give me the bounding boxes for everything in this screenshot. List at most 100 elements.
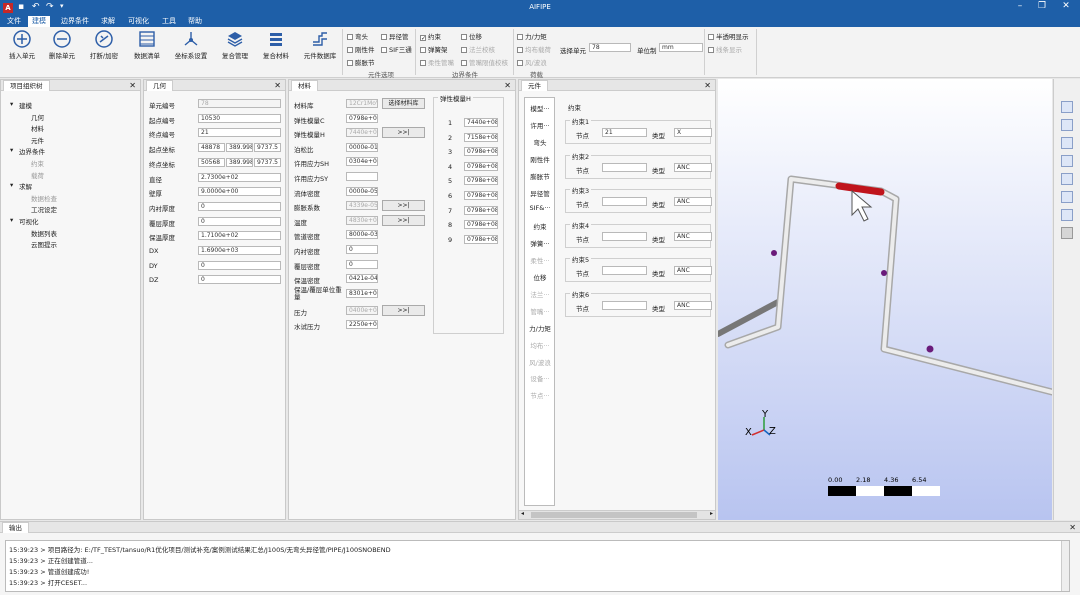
modulus-value-input[interactable]: 0798e+08 xyxy=(464,176,498,186)
tree-item[interactable]: 建模 xyxy=(19,100,32,110)
menu-tools[interactable]: 工具 xyxy=(158,16,180,27)
geometry-field-input[interactable]: 78 xyxy=(198,99,281,108)
element-type-item[interactable]: 刚性件 xyxy=(525,154,555,164)
geometry-coord-input[interactable]: 50568 xyxy=(198,157,225,167)
material-field-input[interactable] xyxy=(346,172,378,181)
geometry-field-input[interactable]: 0 xyxy=(198,260,281,270)
expand-arrow-icon[interactable]: ▾ xyxy=(10,100,13,108)
element-type-item[interactable]: 力/力矩 xyxy=(525,323,555,333)
close-panel-icon[interactable]: ✕ xyxy=(704,80,711,91)
element-type-item[interactable]: 约束 xyxy=(525,221,555,231)
close-panel-icon[interactable]: ✕ xyxy=(504,80,511,91)
composite-material-button[interactable]: 复合材料 xyxy=(258,30,294,60)
tree-item[interactable]: 数据列表 xyxy=(31,228,57,238)
checkbox-nozzle-limit[interactable]: 管嘴限值校核 xyxy=(461,57,508,67)
tree-item[interactable]: 工况设定 xyxy=(31,204,57,214)
checkbox-box[interactable] xyxy=(347,47,353,53)
pen-icon[interactable] xyxy=(1061,101,1073,113)
element-type-item[interactable]: 弯头 xyxy=(525,137,555,147)
checkbox-uniform-load[interactable]: 均布载荷 xyxy=(517,44,551,54)
tree-item[interactable]: 约束 xyxy=(31,158,44,168)
scroll-left-icon[interactable]: ◂ xyxy=(521,510,524,517)
constraint-type-dropdown[interactable]: ANC xyxy=(674,300,712,310)
constraint-node-input[interactable] xyxy=(602,300,647,310)
geometry-field-input[interactable]: 0 xyxy=(198,275,281,285)
material-field-input[interactable]: 0304e+05 xyxy=(346,157,378,167)
tab-output[interactable]: 输出 xyxy=(2,522,29,533)
expand-arrow-icon[interactable]: ▾ xyxy=(10,181,13,189)
checkbox-rigid[interactable]: 刚性件 xyxy=(347,44,375,54)
checkbox-sif-tee[interactable]: SIF三通 xyxy=(381,44,412,54)
component-database-button[interactable]: 元件数据库 xyxy=(302,30,338,60)
insert-element-button[interactable]: 插入单元 xyxy=(4,30,40,60)
tree-item[interactable]: 可视化 xyxy=(19,216,39,226)
tab-material[interactable]: 材料 xyxy=(291,80,318,91)
material-field-input[interactable]: 0000e-01 xyxy=(346,142,378,152)
tree-item[interactable]: 求解 xyxy=(19,181,32,191)
element-type-item[interactable]: 位移 xyxy=(525,272,555,282)
node-marker[interactable] xyxy=(881,270,887,276)
close-window-icon[interactable]: ✕ xyxy=(1056,1,1076,11)
material-field-input[interactable]: 0400e+03 xyxy=(346,305,378,315)
minimize-icon[interactable]: – xyxy=(1010,1,1030,11)
geometry-coord-input[interactable]: 9737.5 xyxy=(254,143,281,153)
checkbox-translucent[interactable]: 半透明显示 xyxy=(708,31,749,41)
view-left-icon[interactable] xyxy=(1061,191,1073,203)
menu-help[interactable]: 帮助 xyxy=(184,16,206,27)
tab-geometry[interactable]: 几何 xyxy=(146,80,173,91)
material-field-input[interactable]: 8301e+00 xyxy=(346,288,378,298)
checkbox-box[interactable] xyxy=(461,60,467,66)
modulus-value-input[interactable]: 7440e+08 xyxy=(464,118,498,127)
material-action-button[interactable]: >>| xyxy=(382,214,425,226)
element-type-item[interactable]: SIF&··· xyxy=(525,204,555,212)
geometry-field-input[interactable]: 2.7300e+02 xyxy=(198,172,281,182)
checkbox-flange-check[interactable]: 法兰校核 xyxy=(461,44,495,54)
geometry-field-input[interactable]: 1.7100e+02 xyxy=(198,231,281,241)
material-field-input[interactable]: 12Cr1MoVG xyxy=(346,99,378,108)
tree-item[interactable]: 载荷 xyxy=(31,170,44,180)
checkbox-box[interactable] xyxy=(420,60,426,66)
checkbox-wind-wave[interactable]: 风/波浪 xyxy=(517,57,547,67)
element-type-item[interactable]: 弹簧··· xyxy=(525,238,555,248)
material-action-button[interactable]: 选择材料库 xyxy=(382,98,425,109)
constraint-node-input[interactable] xyxy=(602,231,647,241)
element-type-item[interactable]: 均布··· xyxy=(525,340,555,350)
delete-element-button[interactable]: 删除单元 xyxy=(44,30,80,60)
checkbox-expansion-joint[interactable]: 膨胀节 xyxy=(347,57,375,67)
material-field-input[interactable]: 8000e-03 xyxy=(346,230,378,240)
material-field-input[interactable]: 0000e-05 xyxy=(346,186,378,196)
element-type-item[interactable]: 管嘴··· xyxy=(525,306,555,316)
material-action-button[interactable]: >>| xyxy=(382,127,425,139)
tree-item[interactable]: 材料 xyxy=(31,123,44,133)
horizontal-scrollbar[interactable]: ◂ ▸ xyxy=(519,510,715,519)
view-back-icon[interactable] xyxy=(1061,137,1073,149)
menu-solve[interactable]: 求解 xyxy=(97,16,119,27)
checkbox-box-checked[interactable]: ✓ xyxy=(420,35,426,42)
constraint-type-dropdown[interactable]: ANC xyxy=(674,231,712,241)
pipe-model-canvas[interactable]: Y X Z 0.00 2.18 4.36 6.54 xyxy=(715,79,1056,520)
node-marker[interactable] xyxy=(771,250,777,256)
geometry-field-input[interactable]: 1.6900e+03 xyxy=(198,246,281,255)
view-iso-icon[interactable] xyxy=(1061,227,1073,239)
checkbox-flexible-nozzle[interactable]: 柔性管嘴 xyxy=(420,57,454,67)
modulus-value-input[interactable]: 0798e+08 xyxy=(464,161,498,171)
checkbox-box[interactable] xyxy=(517,60,523,66)
checkbox-box[interactable] xyxy=(420,47,426,53)
element-type-item[interactable]: 异径管 xyxy=(525,188,555,198)
coordinate-setting-button[interactable]: 坐标系设置 xyxy=(173,30,209,60)
modulus-value-input[interactable]: 7158e+08 xyxy=(464,132,498,142)
constraint-node-input[interactable]: 21 xyxy=(602,128,647,137)
element-type-item[interactable]: 许用··· xyxy=(525,120,555,130)
checkbox-box[interactable] xyxy=(517,34,523,40)
checkbox-box[interactable] xyxy=(708,47,714,53)
geometry-field-input[interactable]: 21 xyxy=(198,128,281,138)
view-front-icon[interactable] xyxy=(1061,119,1073,131)
geometry-field-input[interactable]: 10530 xyxy=(198,113,281,123)
material-field-input[interactable]: 0421e-04 xyxy=(346,274,378,284)
view-top-icon[interactable] xyxy=(1061,155,1073,167)
checkbox-constraint[interactable]: ✓ 约束 xyxy=(420,31,441,42)
menu-visualize[interactable]: 可视化 xyxy=(124,16,153,27)
material-field-input[interactable]: 0798e+08 xyxy=(346,113,378,123)
material-action-button[interactable]: >>| xyxy=(382,304,425,316)
close-panel-icon[interactable]: ✕ xyxy=(1069,522,1076,533)
